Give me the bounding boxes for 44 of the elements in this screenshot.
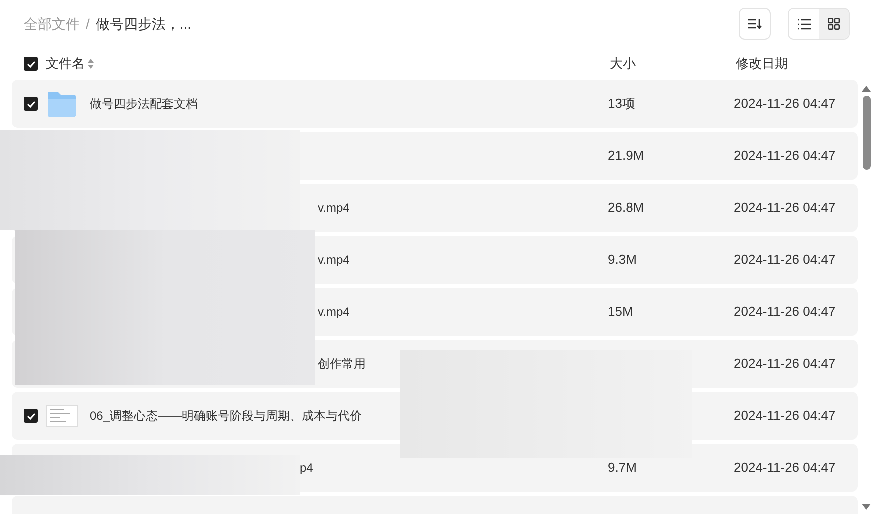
file-name: v.mp4	[318, 200, 350, 217]
file-size: 9.3M	[608, 251, 638, 270]
file-name: v.mp4	[318, 304, 350, 321]
list-view-icon	[798, 18, 810, 30]
file-size: 21.9M	[608, 147, 646, 166]
row-checkbox[interactable]	[24, 97, 38, 111]
sort-icon	[748, 18, 762, 30]
modified-date: 2024-11-26 04:47	[734, 407, 836, 426]
sort-button[interactable]	[739, 8, 771, 40]
modified-date: 2024-11-26 04:47	[734, 199, 836, 218]
document-thumbnail-icon	[46, 405, 78, 427]
grid-view-icon	[828, 18, 840, 30]
file-size: 13项	[608, 95, 636, 114]
select-all-checkbox[interactable]	[24, 57, 38, 71]
modified-date: 2024-11-26 04:47	[734, 95, 836, 114]
file-size: 26.8M	[608, 199, 646, 218]
file-size: 9.7M	[608, 459, 638, 478]
scroll-down-icon[interactable]	[862, 504, 871, 510]
folder-icon	[47, 90, 77, 118]
scrollbar-thumb[interactable]	[862, 96, 870, 170]
breadcrumb-current: 做号四步法，...	[96, 14, 192, 34]
sort-arrows-icon[interactable]	[88, 59, 94, 69]
column-header[interactable]: 文件名	[46, 54, 85, 74]
file-name: v.mp4	[318, 252, 350, 269]
modified-date: 2024-11-26 04:47	[734, 459, 836, 478]
file-size: 15M	[608, 303, 634, 322]
view-mode-button[interactable]	[819, 9, 849, 39]
modified-date: 2024-11-26 04:47	[734, 147, 836, 166]
file-name: 做号四步法配套文档	[90, 96, 198, 113]
scroll-up-icon[interactable]	[862, 86, 871, 92]
modified-date: 2024-11-26 04:47	[734, 303, 836, 322]
column-header[interactable]: 修改日期	[736, 54, 788, 74]
check-icon	[26, 60, 36, 68]
row-checkbox[interactable]	[24, 409, 38, 423]
column-header[interactable]: 大小	[610, 54, 636, 74]
breadcrumb-separator: /	[86, 14, 90, 34]
modified-date: 2024-11-26 04:47	[734, 251, 836, 270]
check-icon	[26, 412, 36, 420]
file-row[interactable]: 做号四步法配套文档 13项 2024-11-26 04:47	[12, 80, 858, 128]
file-name: 06_调整心态——明确账号阶段与周期、成本与代价	[90, 408, 362, 425]
modified-date: 2024-11-26 04:47	[734, 355, 836, 374]
check-icon	[26, 100, 36, 108]
file-name: p4	[300, 460, 314, 477]
file-name: 创作常用	[318, 356, 366, 373]
